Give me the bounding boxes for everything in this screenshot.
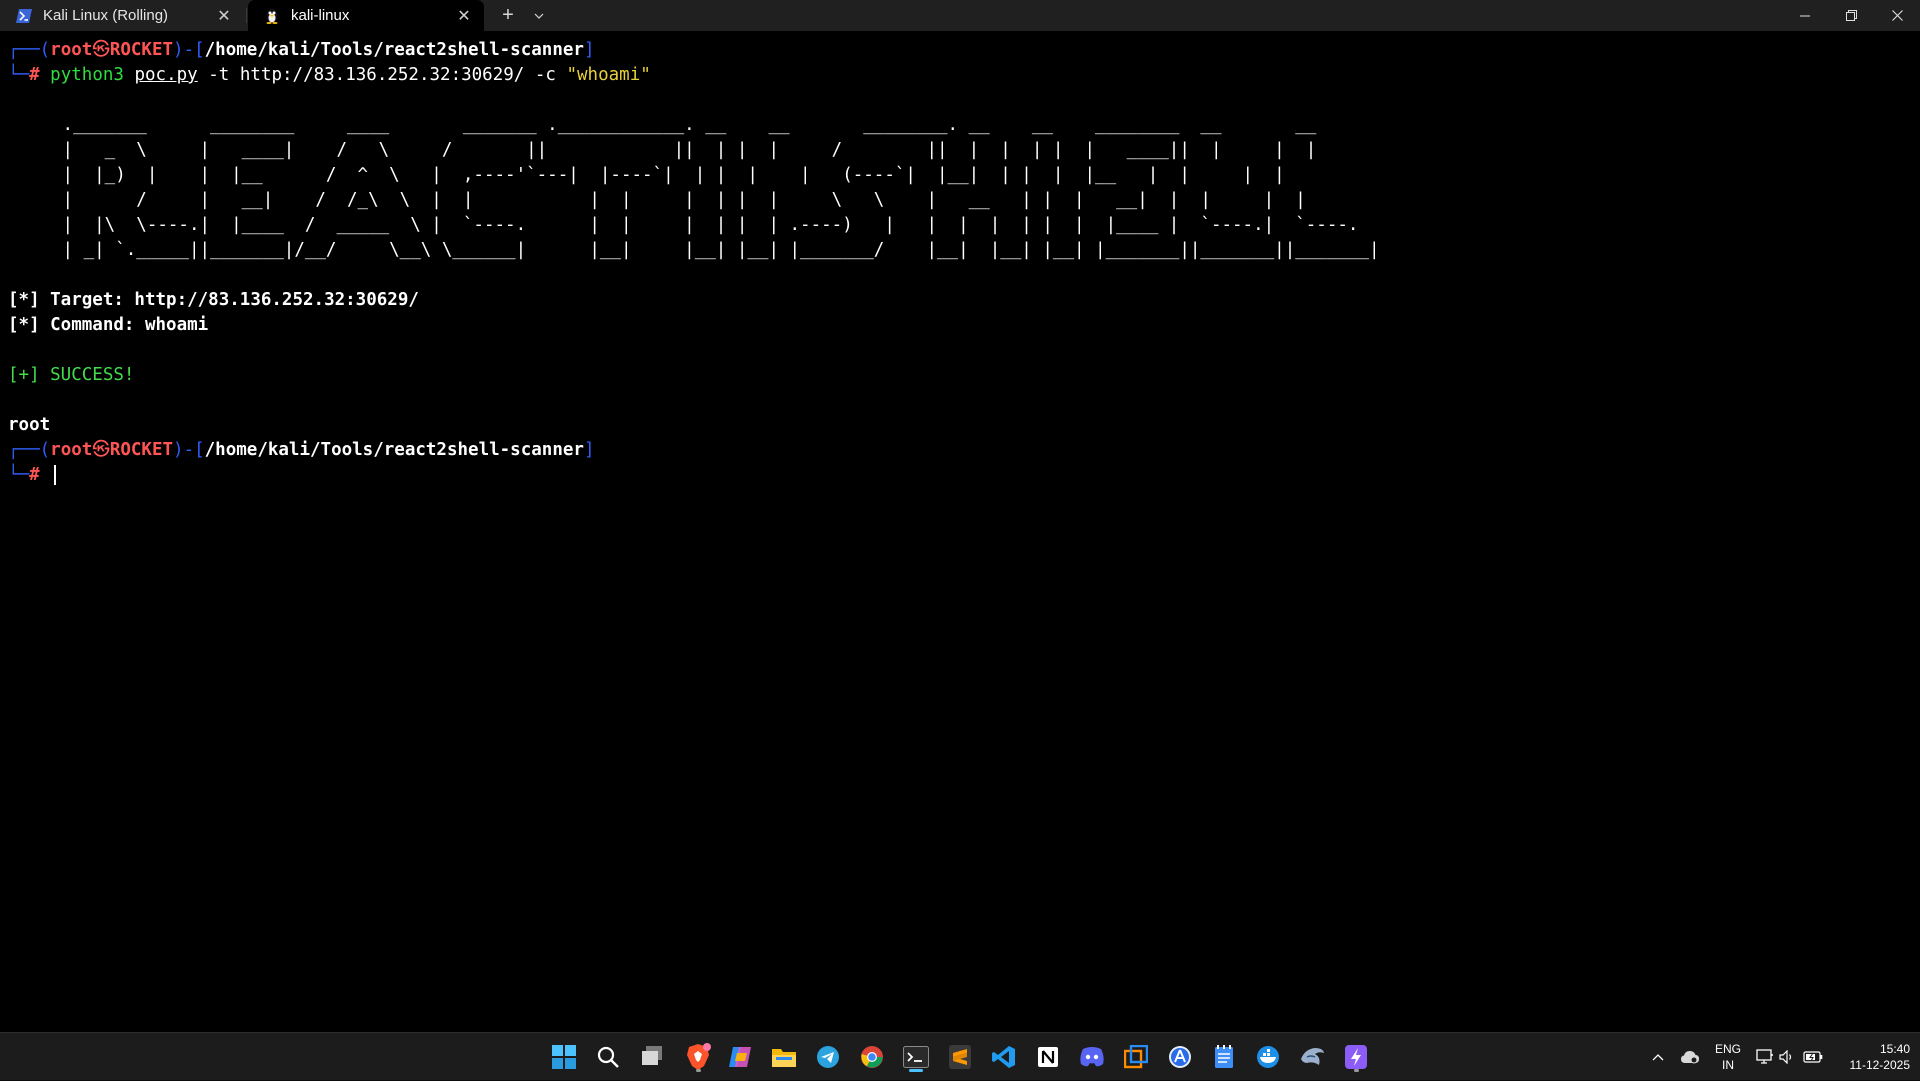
- powershell-icon: [16, 8, 32, 24]
- sublime-text-icon[interactable]: [942, 1039, 978, 1075]
- notepad-icon[interactable]: [1206, 1039, 1242, 1075]
- running-indicator: [696, 1069, 701, 1072]
- input-line[interactable]: └─#: [8, 463, 1908, 488]
- clock-time: 15:40: [1879, 1042, 1910, 1056]
- banner-line: | _| `._____||_______|/__/ \__\ \______|…: [52, 240, 1380, 260]
- new-tab-button[interactable]: +: [494, 2, 522, 29]
- prompt-symbol: #: [29, 65, 40, 85]
- prompt-symbol: #: [29, 465, 40, 485]
- prompt-path: /home/kali/Tools/react2shell-scanner: [204, 40, 584, 60]
- command-quoted-arg: "whoami": [566, 65, 651, 85]
- terminal-output[interactable]: ┌──(root㉿ROCKET)-[/home/kali/Tools/react…: [8, 38, 1908, 488]
- tab-label: kali-linux: [291, 7, 350, 24]
- snipping-tool-icon[interactable]: [1118, 1039, 1154, 1075]
- close-tab-icon[interactable]: ✕: [450, 2, 478, 30]
- prompt-line: ┌──(root㉿ROCKET)-[/home/kali/Tools/react…: [8, 40, 595, 60]
- banner-line: | _ \ | ____| / \ / || || | | | / || | |…: [52, 140, 1317, 160]
- vscode-icon[interactable]: [986, 1039, 1022, 1075]
- docker-icon[interactable]: [1250, 1039, 1286, 1075]
- network-icon[interactable]: [1752, 1033, 1778, 1081]
- banner-line: | |\ \----.| |____ / _____ \ | `----. | …: [52, 215, 1359, 235]
- banner-line: | / | __| / /_\ \ | | | | | | | | \ \ | …: [52, 190, 1306, 210]
- prompt-path: /home/kali/Tools/react2shell-scanner: [204, 440, 584, 460]
- search-icon[interactable]: [590, 1039, 626, 1075]
- brave-browser-icon[interactable]: [680, 1039, 716, 1075]
- running-indicator: [1354, 1069, 1359, 1072]
- prompt-host: ROCKET: [109, 40, 174, 60]
- command-script: poc.py: [134, 65, 198, 85]
- chevron-down-icon[interactable]: [526, 2, 552, 29]
- windows-start-icon[interactable]: [546, 1039, 582, 1075]
- clock[interactable]: 15:40 11-12-2025: [1832, 1033, 1912, 1081]
- minimize-button[interactable]: [1782, 0, 1828, 31]
- show-hidden-icons-button[interactable]: [1646, 1033, 1670, 1081]
- prompt-host: ROCKET: [109, 440, 174, 460]
- language-indicator[interactable]: ENG IN: [1712, 1033, 1744, 1081]
- target-line: [*] Target: http://83.136.252.32:30629/: [8, 290, 419, 310]
- active-indicator: [909, 1069, 923, 1072]
- ascii-banner: ._______ ________ ____ _______ .________…: [52, 113, 1908, 263]
- task-view-icon[interactable]: [634, 1039, 670, 1075]
- chrome-icon[interactable]: [854, 1039, 890, 1075]
- prompt-line: ┌──(root㉿ROCKET)-[/home/kali/Tools/react…: [8, 440, 595, 460]
- command-info-line: [*] Command: whoami: [8, 315, 209, 335]
- tux-icon: [264, 8, 280, 24]
- volume-icon[interactable]: [1776, 1033, 1798, 1081]
- taskbar: ENG IN 15:40 11-12-2025: [0, 1032, 1920, 1080]
- wireshark-icon[interactable]: [1294, 1039, 1330, 1075]
- prompt-separator: ㉿: [92, 40, 110, 60]
- clock-date: 11-12-2025: [1849, 1058, 1911, 1072]
- banner-line: ._______ ________ ____ _______ .________…: [52, 115, 1317, 135]
- notion-icon[interactable]: [1030, 1039, 1066, 1075]
- lightning-app-icon[interactable]: [1338, 1039, 1374, 1075]
- terminal-window: Kali Linux (Rolling) ✕ kali-linux ✕ + ┌─…: [0, 0, 1920, 1032]
- banner-line: | |_) | | |__ / ^ \ | ,----'`---| |----`…: [52, 165, 1285, 185]
- cloud-sync-icon[interactable]: [1676, 1033, 1704, 1081]
- tab-separator: [246, 8, 247, 23]
- close-tab-icon[interactable]: ✕: [210, 2, 238, 30]
- tab-kali-linux-rolling[interactable]: Kali Linux (Rolling) ✕: [0, 0, 244, 31]
- prompt-user: root: [50, 40, 93, 60]
- prompt-separator: ㉿: [92, 440, 110, 460]
- command-result: root: [8, 415, 51, 435]
- battery-icon[interactable]: [1800, 1033, 1826, 1081]
- close-window-button[interactable]: [1874, 0, 1920, 31]
- telegram-icon[interactable]: [810, 1039, 846, 1075]
- language-code: ENG: [1714, 1042, 1741, 1056]
- tab-kali-linux[interactable]: kali-linux ✕: [248, 0, 484, 31]
- restore-button[interactable]: [1828, 0, 1874, 31]
- discord-icon[interactable]: [1074, 1039, 1110, 1075]
- tab-label: Kali Linux (Rolling): [43, 7, 169, 24]
- success-line: [+] SUCCESS!: [8, 365, 135, 385]
- region-code: IN: [1721, 1058, 1734, 1072]
- command-args: -t http://83.136.252.32:30629/ -c: [208, 65, 556, 85]
- text-cursor: [54, 465, 57, 485]
- command-program: python3: [50, 65, 124, 85]
- command-line: └─# python3 poc.py -t http://83.136.252.…: [8, 65, 651, 85]
- tab-bar: Kali Linux (Rolling) ✕ kali-linux ✕ +: [0, 0, 1920, 31]
- prompt-user: root: [50, 440, 93, 460]
- app-store-icon[interactable]: [1162, 1039, 1198, 1075]
- copilot-icon[interactable]: [722, 1039, 758, 1075]
- terminal-icon[interactable]: [898, 1039, 934, 1075]
- file-explorer-icon[interactable]: [766, 1039, 802, 1075]
